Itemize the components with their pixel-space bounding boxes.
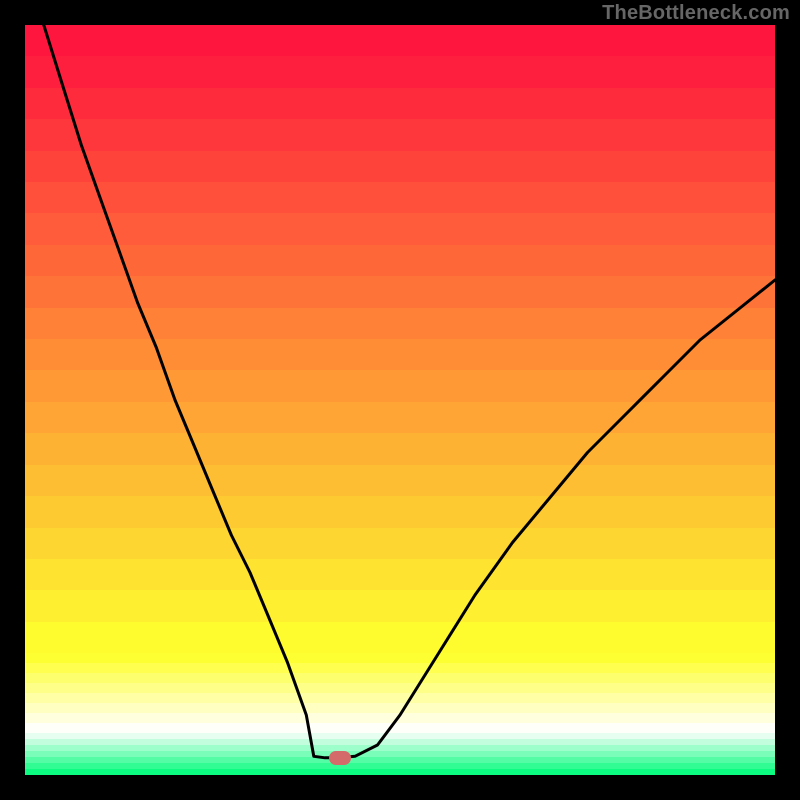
curve-svg — [25, 25, 775, 775]
bottleneck-curve — [44, 25, 775, 758]
chart-frame: TheBottleneck.com — [0, 0, 800, 800]
plot-area — [25, 25, 775, 775]
watermark-text: TheBottleneck.com — [602, 2, 790, 25]
optimum-marker — [329, 751, 351, 765]
